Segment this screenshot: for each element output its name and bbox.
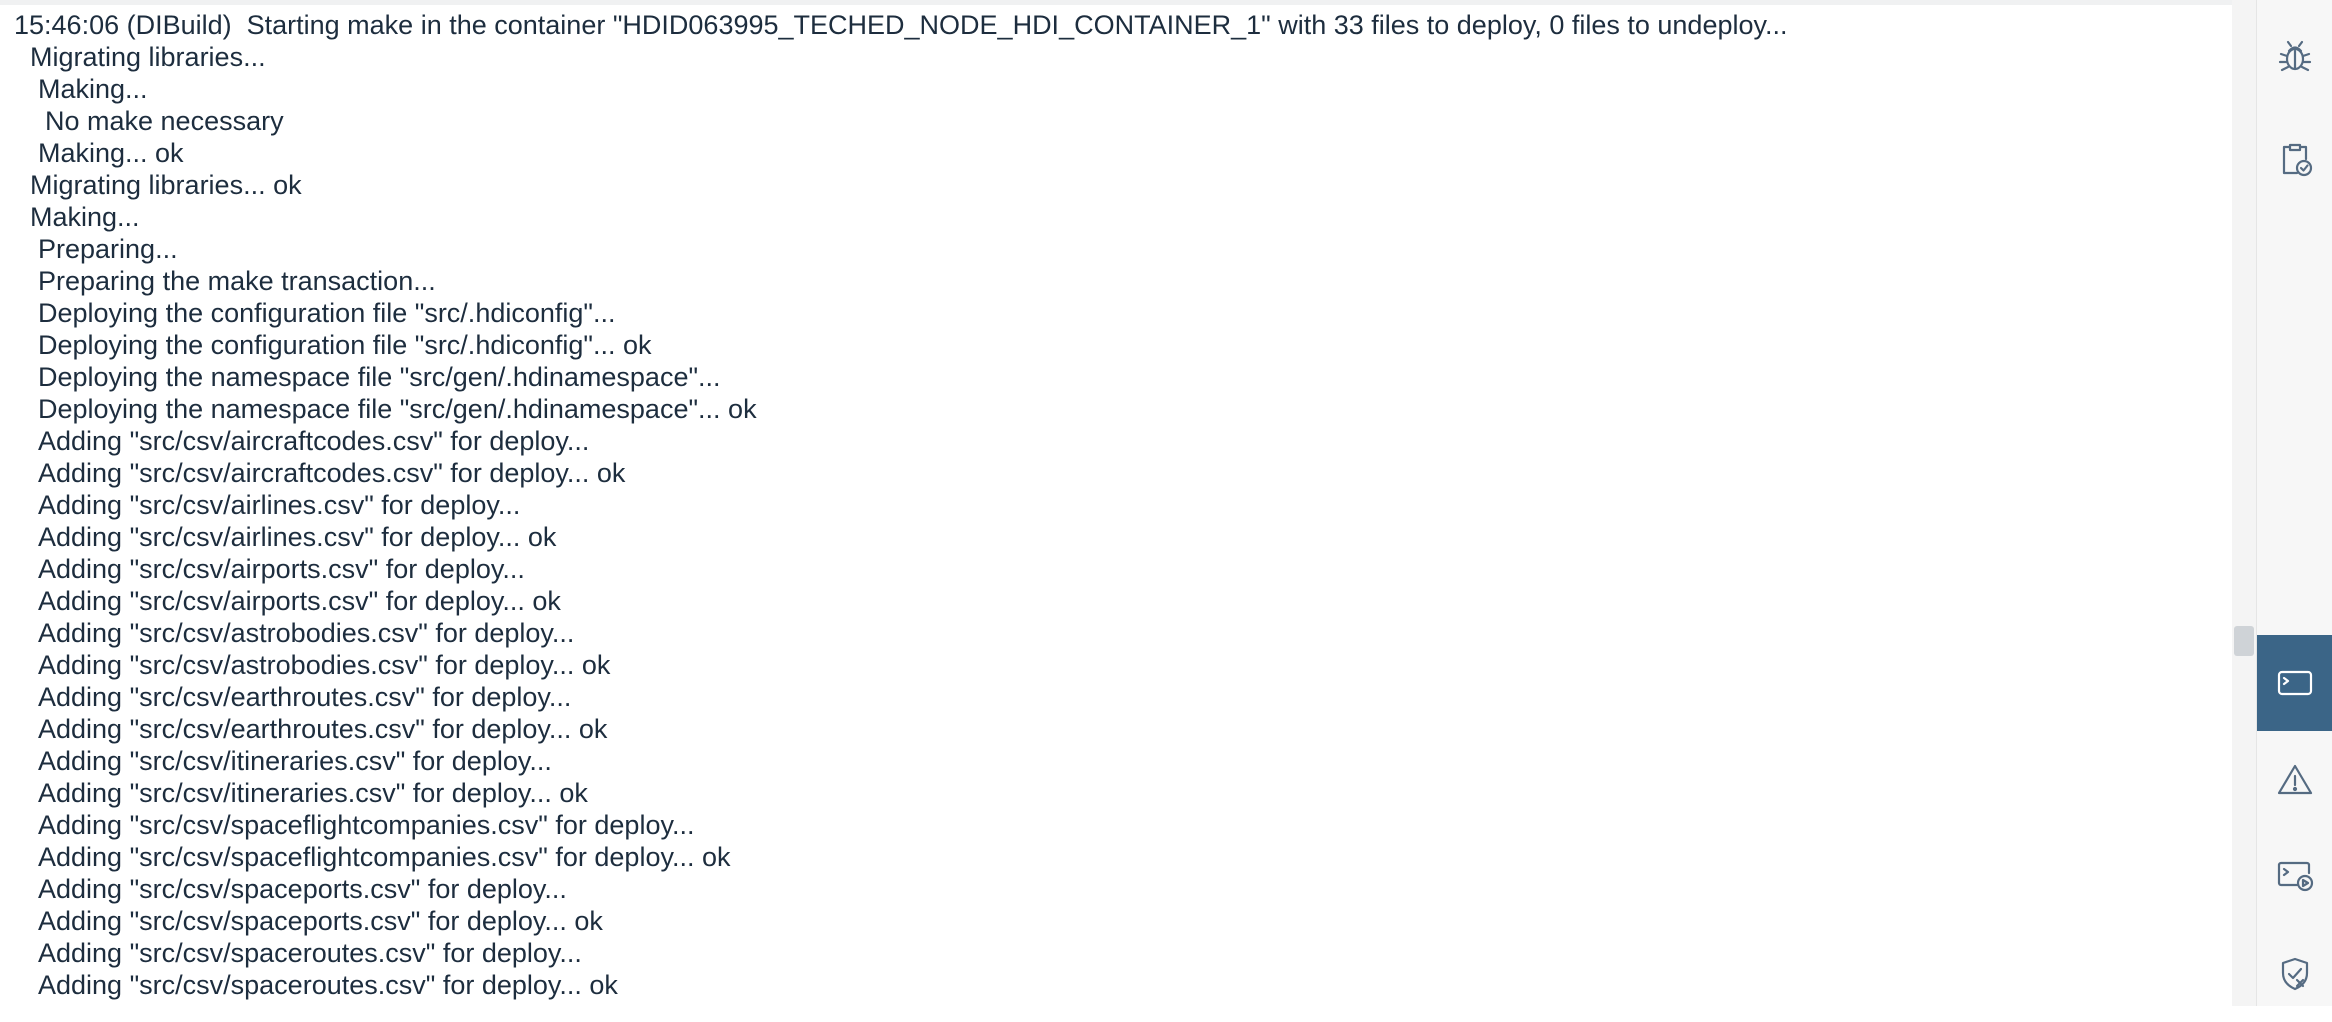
log-line: Making... ok <box>38 138 184 168</box>
log-line: Adding "src/csv/itineraries.csv" for dep… <box>38 778 588 808</box>
log-line: Deploying the configuration file "src/.h… <box>38 330 652 360</box>
log-line: Adding "src/csv/earthroutes.csv" for dep… <box>38 714 608 744</box>
log-line: Adding "src/csv/spaceports.csv" for depl… <box>38 874 567 904</box>
log-line: Adding "src/csv/aircraftcodes.csv" for d… <box>38 458 626 488</box>
log-line: Migrating libraries... <box>30 42 266 72</box>
run-console-icon <box>2277 861 2314 892</box>
warning-icon <box>2277 764 2313 795</box>
clipboard-check-icon <box>2282 143 2313 177</box>
log-line: Preparing... <box>38 234 178 264</box>
right-sidebar <box>2256 0 2332 1006</box>
log-line: Adding "src/csv/earthroutes.csv" for dep… <box>38 682 572 712</box>
bug-icon <box>2278 40 2312 72</box>
log-line: Deploying the namespace file "src/gen/.h… <box>38 394 757 424</box>
log-line: Making... <box>30 202 140 232</box>
log-line: Adding "src/csv/itineraries.csv" for dep… <box>38 746 552 776</box>
log-line: Preparing the make transaction... <box>38 266 436 296</box>
log-line: Deploying the namespace file "src/gen/.h… <box>38 362 721 392</box>
problems-button[interactable] <box>2257 732 2332 828</box>
run-console-button[interactable] <box>2257 826 2332 922</box>
log-line: Adding "src/csv/aircraftcodes.csv" for d… <box>38 426 590 456</box>
log-line: Adding "src/csv/spaceflightcompanies.csv… <box>38 842 731 872</box>
terminal-icon <box>2277 670 2313 696</box>
log-line: Adding "src/csv/airlines.csv" for deploy… <box>38 490 521 520</box>
log-line: Adding "src/csv/spaceroutes.csv" for dep… <box>38 938 582 968</box>
shield-check-icon <box>2281 957 2309 991</box>
log-line: Adding "src/csv/spaceports.csv" for depl… <box>38 906 603 936</box>
log-line: Adding "src/csv/spaceflightcompanies.csv… <box>38 810 695 840</box>
scrollbar-thumb[interactable] <box>2234 626 2254 656</box>
log-line: Making... <box>38 74 148 104</box>
tasks-button[interactable] <box>2257 110 2332 206</box>
log-line: Adding "src/csv/astrobodies.csv" for dep… <box>38 650 611 680</box>
log-line: Adding "src/csv/airports.csv" for deploy… <box>38 586 561 616</box>
log-line: 15:46:06 (DIBuild) Starting make in the … <box>14 10 1788 40</box>
console-panel: 15:46:06 (DIBuild) Starting make in the … <box>0 0 2232 1006</box>
log-line: Adding "src/csv/spaceroutes.csv" for dep… <box>38 970 618 1000</box>
console-top-border <box>0 0 2232 5</box>
debugger-button[interactable] <box>2257 8 2332 104</box>
console-scrollbar[interactable] <box>2232 0 2256 1006</box>
log-line: No make necessary <box>45 106 284 136</box>
log-line: Adding "src/csv/astrobodies.csv" for dep… <box>38 618 575 648</box>
security-button[interactable] <box>2257 926 2332 1022</box>
log-line: Adding "src/csv/airlines.csv" for deploy… <box>38 522 557 552</box>
log-line: Deploying the configuration file "src/.h… <box>38 298 616 328</box>
console-tab-button[interactable] <box>2257 635 2332 731</box>
log-line: Migrating libraries... ok <box>30 170 302 200</box>
log-line: Adding "src/csv/airports.csv" for deploy… <box>38 554 525 584</box>
console-output: 15:46:06 (DIBuild) Starting make in the … <box>14 9 2232 1001</box>
